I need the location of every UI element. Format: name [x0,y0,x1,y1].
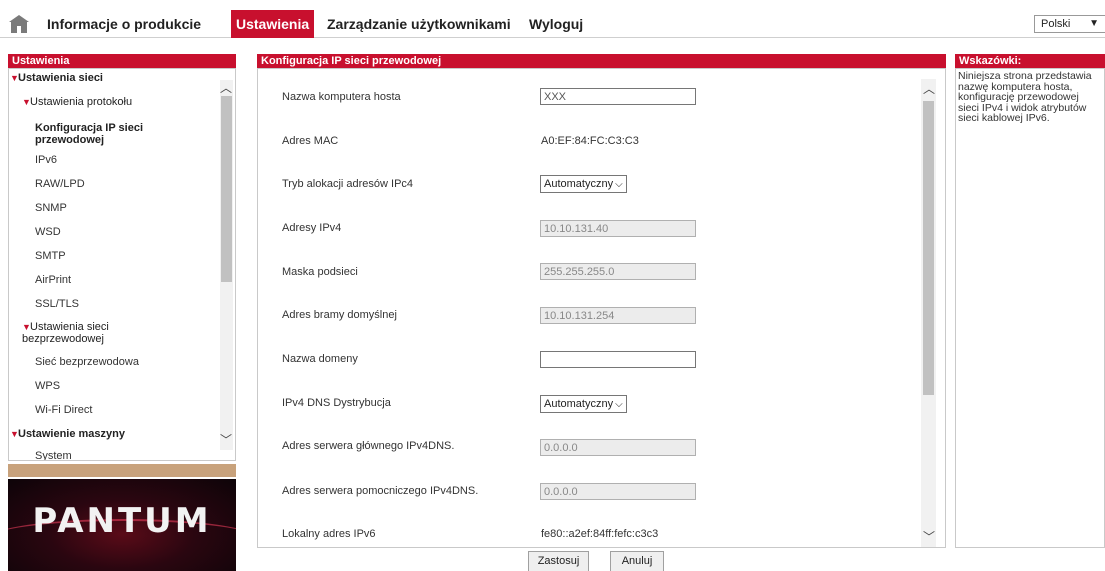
expand-triangle-icon: ▼ [10,73,19,83]
ipv4-label: Adresy IPv4 [282,222,342,234]
nav-user-management[interactable]: Zarządzanie użytkownikami [322,10,516,38]
chevron-up-icon[interactable]: ︿ [220,82,232,94]
sidebar-item-label: Ustawienia sieci [18,72,103,84]
ipv4-input [540,220,696,237]
ipv6-local-value: fe80::a2ef:84ff:fefc:c3c3 [541,528,659,540]
dns-secondary-input [540,483,696,500]
apply-button[interactable]: Zastosuj [528,551,589,571]
expand-triangle-icon: ▼ [10,429,19,439]
tips-text: Niniejsza strona przedstawia nazwę kompu… [958,70,1092,124]
logo-text: PANTUM [32,501,212,541]
tips-title: Wskazówki: [955,54,1105,68]
gateway-input [540,307,696,324]
chevron-down-icon: ⌵ [615,399,623,410]
nav-logout[interactable]: Wyloguj [524,10,588,38]
cancel-button[interactable]: Anuluj [610,551,664,571]
sidebar-item-label: Ustawienia protokołu [30,96,133,108]
sidebar-item-network-settings[interactable]: ▼Ustawienia sieci [10,72,103,84]
sidebar-item-smtp[interactable]: SMTP [35,250,66,262]
mac-value: A0:EF:84:FC:C3:C3 [541,135,639,147]
language-select[interactable]: Polski ▼ [1034,15,1105,33]
dns-distribution-select[interactable]: Automatyczny ⌵ [540,395,627,413]
sidebar-item-wps[interactable]: WPS [35,380,60,392]
sidebar-item-machine-settings[interactable]: ▼Ustawienie maszyny [10,428,125,440]
main-panel-title: Konfiguracja IP sieci przewodowej [257,54,946,68]
sidebar-title: Ustawienia [8,54,236,68]
sidebar-item-system[interactable]: System [35,450,72,460]
mac-label: Adres MAC [282,135,339,147]
dns-primary-input [540,439,696,456]
sidebar-item-wired-ip-config[interactable]: Konfiguracja IP sieci przewodowej [35,122,195,146]
dns-primary-label: Adres serwera głównego IPv4DNS. [282,440,455,452]
nav-product-info[interactable]: Informacje o produkcie [42,10,206,38]
domain-input[interactable] [540,351,696,368]
sidebar-item-ssl-tls[interactable]: SSL/TLS [35,298,79,310]
gateway-label: Adres bramy domyślnej [282,309,397,321]
tips-panel [955,68,1105,548]
sidebar-scrollbar-thumb[interactable] [221,96,232,282]
sidebar-item-wireless-network[interactable]: Sieć bezprzewodowa [35,356,139,368]
sidebar-item-protocol-settings[interactable]: ▼Ustawienia protokołu [22,96,132,108]
expand-triangle-icon: ▼ [22,97,31,107]
sidebar-item-wifi-direct[interactable]: Wi-Fi Direct [35,404,92,416]
ipv6-local-label: Lokalny adres IPv6 [282,528,376,540]
domain-label: Nazwa domeny [282,353,358,365]
nav-settings[interactable]: Ustawienia [231,10,315,38]
mask-label: Maska podsieci [282,266,358,278]
hostname-label: Nazwa komputera hosta [282,91,401,103]
decorative-strip [8,464,236,477]
sidebar-item-raw-lpd[interactable]: RAW/LPD [35,178,85,190]
alloc-mode-value: Automatyczny [544,178,614,190]
chevron-down-icon[interactable]: ﹀ [923,531,935,543]
sidebar-item-wsd[interactable]: WSD [35,226,61,238]
sidebar-item-snmp[interactable]: SNMP [35,202,67,214]
sidebar-item-airprint[interactable]: AirPrint [35,274,71,286]
sidebar-item-label: Ustawienie maszyny [18,428,125,440]
pantum-logo: PANTUM [8,479,236,571]
dns-secondary-label: Adres serwera pomocniczego IPv4DNS. [282,485,479,497]
sidebar-item-ipv6[interactable]: IPv6 [35,154,57,166]
dns-distribution-value: Automatyczny [544,398,614,410]
hostname-input[interactable] [540,88,696,105]
language-value: Polski [1041,18,1071,30]
dns-distribution-label: IPv4 DNS Dystrybucja [282,397,391,409]
chevron-down-icon[interactable]: ﹀ [220,434,232,446]
chevron-down-icon: ▼ [1089,18,1099,29]
alloc-mode-label: Tryb alokacji adresów IPc4 [282,178,414,190]
sidebar-item-wireless-settings[interactable]: ▼Ustawienia sieci bezprzewodowej [22,321,192,345]
mask-input [540,263,696,280]
top-navigation: Informacje o produkcie Ustawienia Zarząd… [0,10,1105,38]
alloc-mode-select[interactable]: Automatyczny ⌵ [540,175,627,193]
expand-triangle-icon: ▼ [22,322,31,332]
chevron-down-icon: ⌵ [615,179,623,190]
chevron-up-icon[interactable]: ︿ [923,83,935,95]
home-icon[interactable] [8,14,30,34]
main-scrollbar-thumb[interactable] [923,101,934,395]
sidebar-item-label: Ustawienia sieci bezprzewodowej [22,321,109,345]
